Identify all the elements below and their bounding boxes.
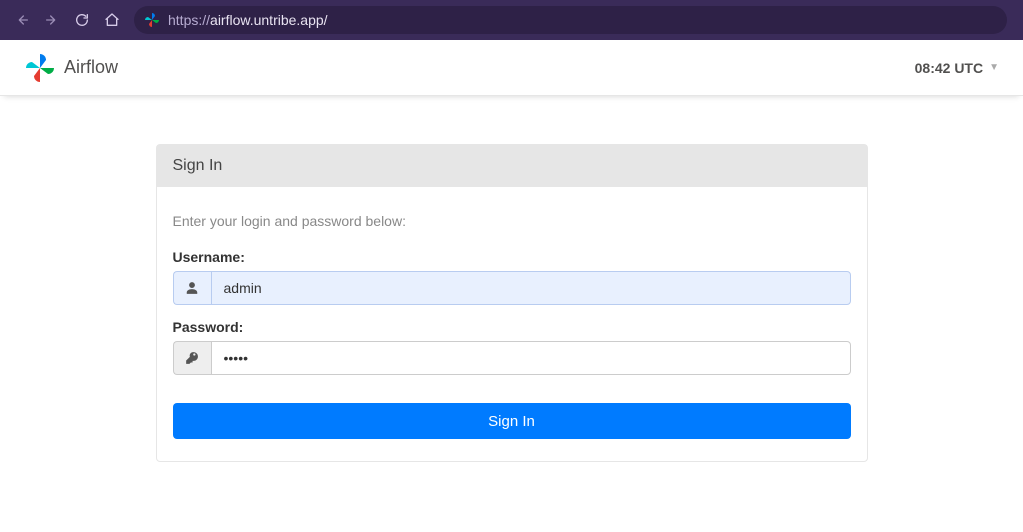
signin-button[interactable]: Sign In (173, 403, 851, 439)
nav-reload-button[interactable] (68, 6, 96, 34)
airflow-brand[interactable]: Airflow (24, 52, 118, 84)
clock-time: 08:42 UTC (915, 60, 983, 76)
user-icon (173, 271, 211, 305)
url-text: https://airflow.untribe.app/ (168, 12, 328, 28)
password-input-group (173, 341, 851, 375)
airflow-favicon-icon (144, 12, 160, 28)
chevron-down-icon: ▼ (989, 62, 999, 73)
reload-icon (74, 12, 90, 28)
url-host: airflow.untribe.app/ (210, 12, 328, 28)
username-label: Username: (173, 249, 851, 265)
airflow-logo-icon (24, 52, 56, 84)
signin-card: Sign In Enter your login and password be… (156, 144, 868, 462)
card-title: Sign In (157, 145, 867, 187)
nav-back-button[interactable] (8, 6, 36, 34)
username-input[interactable] (211, 271, 851, 305)
help-text: Enter your login and password below: (173, 213, 851, 229)
password-input[interactable] (211, 341, 851, 375)
brand-name: Airflow (64, 57, 118, 78)
nav-home-button[interactable] (98, 6, 126, 34)
username-input-group (173, 271, 851, 305)
browser-chrome: https://airflow.untribe.app/ (0, 0, 1023, 40)
arrow-left-icon (14, 12, 30, 28)
app-header: Airflow 08:42 UTC ▼ (0, 40, 1023, 96)
url-scheme: https:// (168, 12, 210, 28)
password-label: Password: (173, 319, 851, 335)
arrow-right-icon (44, 12, 60, 28)
url-bar[interactable]: https://airflow.untribe.app/ (134, 6, 1007, 34)
page-body: Sign In Enter your login and password be… (0, 96, 1023, 462)
key-icon (173, 341, 211, 375)
nav-forward-button[interactable] (38, 6, 66, 34)
home-icon (104, 12, 120, 28)
clock[interactable]: 08:42 UTC ▼ (915, 60, 999, 76)
